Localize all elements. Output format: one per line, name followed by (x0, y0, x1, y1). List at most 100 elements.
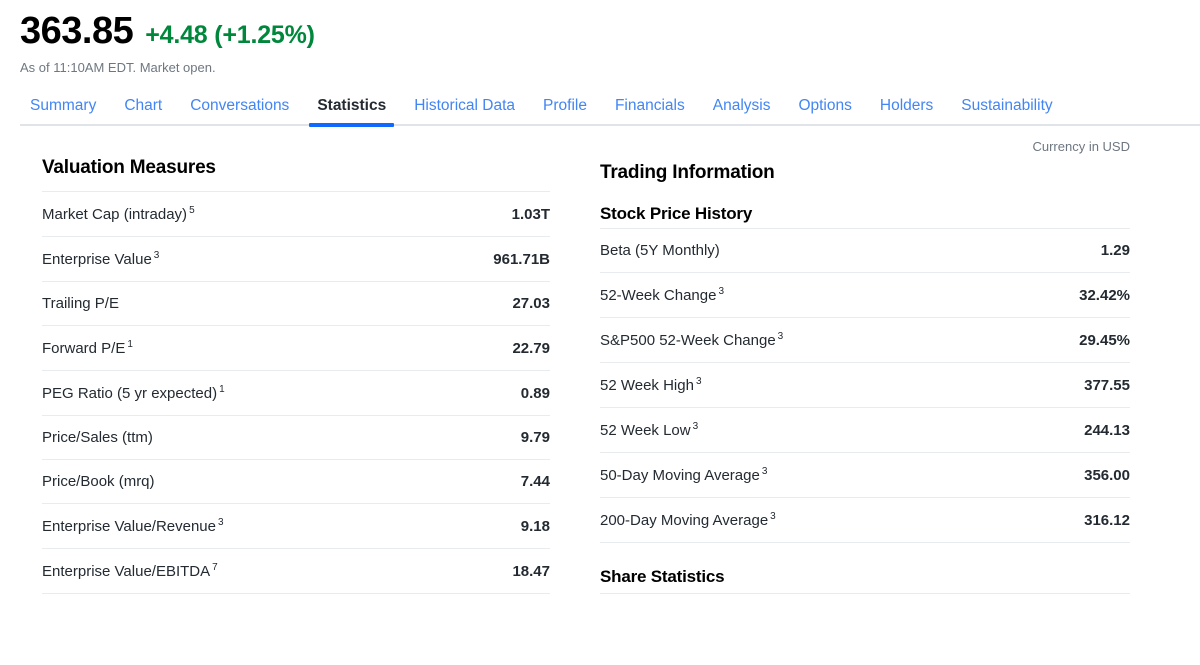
stat-value: 1.29 (1100, 242, 1130, 259)
quote-header: 363.85 +4.48 (+1.25%) As of 11:10AM EDT.… (0, 0, 1200, 75)
stat-label: PEG Ratio (5 yr expected) 1 (42, 371, 440, 416)
stat-label-text: 52-Week Change (600, 287, 717, 304)
market-status-text: As of 11:10AM EDT. Market open. (20, 60, 216, 75)
stat-label-text: Price/Book (mrq) (42, 473, 155, 490)
stat-label-text: 200-Day Moving Average (600, 512, 769, 529)
stat-label-text: Enterprise Value (42, 251, 152, 268)
price-change: +4.48 (+1.25%) (145, 21, 315, 49)
table-row: 200-Day Moving Average 3 316.12 (600, 497, 1130, 543)
stat-label-text: Market Cap (intraday) (42, 206, 188, 223)
stat-label: Enterprise Value 3 (42, 237, 440, 282)
table-row: Forward P/E 1 22.79 (42, 325, 550, 371)
statistics-content: Valuation Measures Market Cap (intraday)… (0, 127, 1200, 594)
table-row: 50-Day Moving Average 3 356.00 (600, 452, 1130, 498)
stat-value: 29.45% (1079, 331, 1130, 349)
tab-options[interactable]: Options (784, 97, 865, 127)
stat-label: Beta (5Y Monthly) (600, 229, 1020, 273)
table-row: Market Cap (intraday) 5 1.03T (42, 191, 550, 237)
tab-summary[interactable]: Summary (20, 97, 110, 127)
tab-statistics[interactable]: Statistics (303, 97, 400, 127)
footnote-marker: 5 (189, 205, 195, 216)
stat-value: 377.55 (1084, 376, 1130, 394)
stat-label: 50-Day Moving Average 3 (600, 453, 1020, 498)
stat-label-text: S&P500 52-Week Change (600, 332, 776, 349)
tab-analysis[interactable]: Analysis (699, 97, 785, 127)
trading-information-column: Currency in USD Trading Information Stoc… (590, 127, 1200, 594)
stat-label: 52 Week Low 3 (600, 408, 1020, 453)
table-row: 52 Week High 3 377.55 (600, 362, 1130, 408)
footnote-marker: 3 (770, 511, 776, 522)
tab-historical-data[interactable]: Historical Data (400, 97, 529, 127)
footnote-marker: 3 (153, 250, 160, 261)
tab-profile[interactable]: Profile (529, 97, 601, 127)
stat-label: Price/Book (mrq) (42, 460, 440, 504)
stat-label: Enterprise Value/EBITDA 7 (42, 549, 440, 594)
stat-value: 27.03 (512, 295, 550, 312)
valuation-measures-title: Valuation Measures (42, 157, 216, 178)
table-row: 52 Week Low 3 244.13 (600, 407, 1130, 453)
share-statistics-title: Share Statistics (600, 567, 725, 586)
stat-value: 0.89 (520, 384, 550, 402)
stat-label: Trailing P/E (42, 282, 440, 326)
footnote-marker: 3 (218, 517, 224, 528)
footnote-marker: 3 (761, 466, 768, 477)
stat-label-text: 50-Day Moving Average (600, 467, 760, 484)
stat-label-text: Enterprise Value/Revenue (42, 518, 216, 535)
table-row: S&P500 52-Week Change 3 29.45% (600, 317, 1130, 363)
stat-label-text: Price/Sales (ttm) (42, 429, 153, 446)
table-bottom-divider (600, 542, 1130, 543)
table-row: Enterprise Value 3 961.71B (42, 236, 550, 282)
stat-label: Price/Sales (ttm) (42, 416, 440, 460)
valuation-measures-column: Valuation Measures Market Cap (intraday)… (0, 127, 590, 594)
price-row: 363.85 +4.48 (+1.25%) (20, 12, 1200, 50)
stat-label-text: 52 Week High (600, 377, 694, 394)
footnote-marker: 1 (219, 384, 225, 395)
stat-label: 52 Week High 3 (600, 363, 1020, 408)
tab-sustainability[interactable]: Sustainability (947, 97, 1066, 127)
footnote-marker: 3 (695, 376, 702, 387)
table-row: Price/Sales (ttm) 9.79 (42, 415, 550, 460)
stat-value: 1.03T (511, 205, 550, 223)
table-row: 52-Week Change 3 32.42% (600, 272, 1130, 318)
stat-label: Enterprise Value/Revenue 3 (42, 504, 440, 549)
table-row: PEG Ratio (5 yr expected) 1 0.89 (42, 370, 550, 416)
stat-label: 200-Day Moving Average 3 (600, 498, 1020, 543)
table-row: Trailing P/E 27.03 (42, 281, 550, 326)
table-row: Enterprise Value/EBITDA 7 18.47 (42, 548, 550, 594)
share-statistics-section: Share Statistics (600, 567, 1130, 594)
stat-label: S&P500 52-Week Change 3 (600, 318, 1020, 363)
stock-price-history-title: Stock Price History (600, 204, 753, 223)
tab-navigation: Summary Chart Conversations Statistics Histo… (0, 97, 1200, 127)
stock-price-history-table: Beta (5Y Monthly) 1.29 52-Week Change 3 32.4… (600, 228, 1130, 543)
tab-holders[interactable]: Holders (866, 97, 947, 127)
footnote-marker: 1 (127, 339, 133, 350)
stat-label: 52-Week Change 3 (600, 273, 1020, 318)
stat-label-text: PEG Ratio (5 yr expected) (42, 385, 218, 402)
table-bottom-divider (42, 593, 550, 594)
footnote-marker: 7 (212, 562, 218, 573)
stat-label: Market Cap (intraday) 5 (42, 192, 440, 237)
footnote-marker: 3 (692, 421, 699, 432)
stat-value: 316.12 (1084, 511, 1130, 529)
stat-value: 7.44 (520, 473, 550, 490)
share-statistics-divider (600, 593, 1130, 594)
stat-label-text: Beta (5Y Monthly) (600, 242, 720, 259)
trading-information-title: Trading Information (600, 162, 775, 183)
table-row: Beta (5Y Monthly) 1.29 (600, 228, 1130, 273)
stat-label: Forward P/E 1 (42, 326, 440, 371)
currency-note: Currency in USD (1032, 139, 1130, 154)
valuation-measures-table: Market Cap (intraday) 5 1.03T Enterprise Va… (42, 191, 550, 594)
stat-value: 18.47 (512, 562, 550, 580)
footnote-marker: 3 (718, 286, 725, 297)
stat-value: 961.71B (493, 250, 550, 268)
stat-value: 32.42% (1079, 286, 1130, 304)
tab-financials[interactable]: Financials (601, 97, 699, 127)
price-value: 363.85 (20, 10, 134, 52)
tab-conversations[interactable]: Conversations (176, 97, 303, 127)
stat-value: 22.79 (512, 339, 550, 357)
stat-value: 9.79 (520, 429, 550, 446)
stat-label-text: Forward P/E (42, 340, 126, 357)
stat-value: 9.18 (520, 517, 550, 535)
stat-value: 356.00 (1084, 466, 1130, 484)
tab-chart[interactable]: Chart (110, 97, 176, 127)
